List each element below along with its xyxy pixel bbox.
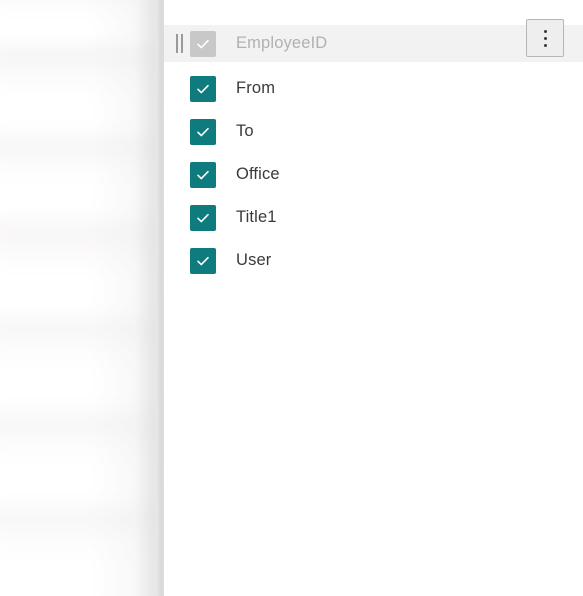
field-row-employeeid[interactable]: EmployeeID — [164, 19, 583, 62]
field-list: EmployeeID From To Office Title1 User — [164, 19, 583, 285]
checkbox-to[interactable] — [190, 118, 216, 145]
panel-title-clipped: Fields — [189, 0, 246, 3]
checkbox-office[interactable] — [190, 161, 216, 188]
checkbox-user[interactable] — [190, 247, 216, 274]
field-row-user[interactable]: User — [164, 242, 583, 279]
field-label-to: To — [236, 122, 254, 140]
field-label-office: Office — [236, 165, 280, 183]
field-label-title1: Title1 — [236, 208, 277, 226]
checkbox-from[interactable] — [190, 75, 216, 102]
field-row-from[interactable]: From — [164, 70, 583, 107]
blurred-background-bands — [0, 0, 164, 596]
field-picker-panel: Fields EmployeeID — [164, 0, 583, 596]
field-row-to[interactable]: To — [164, 113, 583, 150]
field-row-office[interactable]: Office — [164, 156, 583, 193]
more-vertical-icon[interactable] — [526, 19, 564, 57]
screen-root: Fields EmployeeID — [0, 0, 583, 596]
checkbox-title1[interactable] — [190, 204, 216, 231]
field-row-title1[interactable]: Title1 — [164, 199, 583, 236]
checkbox-employeeid[interactable] — [190, 30, 216, 57]
blurred-background-panel — [0, 0, 164, 596]
field-label-from: From — [236, 79, 276, 97]
field-label-employeeid: EmployeeID — [236, 34, 328, 52]
panel-divider-edge — [155, 0, 164, 596]
field-label-user: User — [236, 251, 272, 269]
drag-handle-icon[interactable] — [168, 33, 190, 55]
